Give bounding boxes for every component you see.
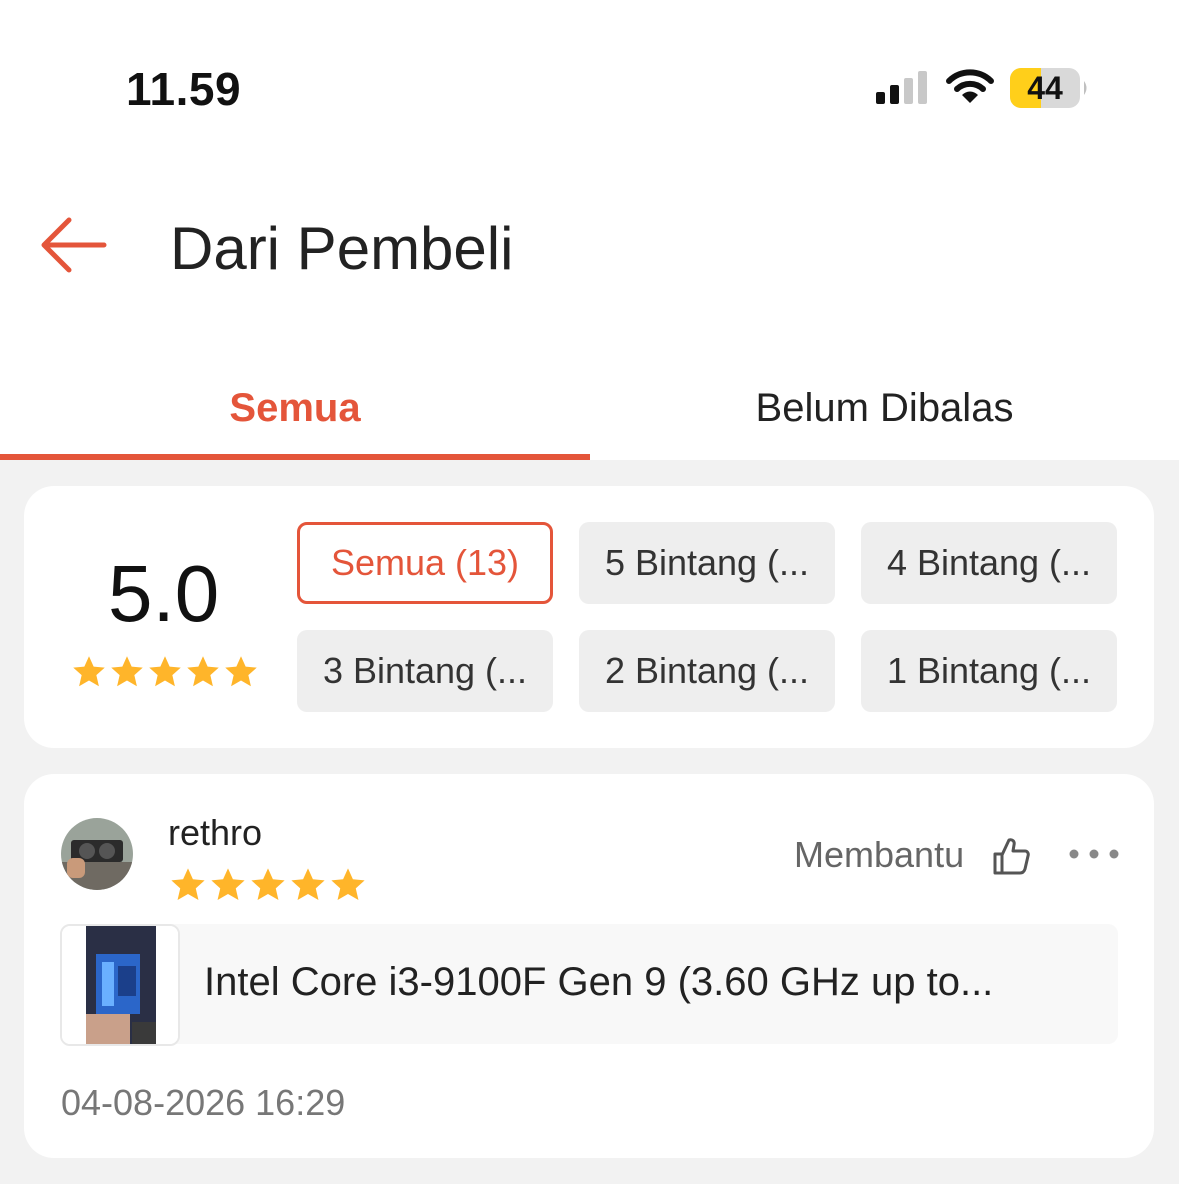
tab-active-indicator (0, 454, 590, 460)
status-time: 11.59 (126, 63, 242, 115)
average-score: 5.0 (108, 549, 220, 638)
product-name: Intel Core i3-9100F Gen 9 (3.60 GHz up t… (204, 960, 994, 1004)
reviewed-product[interactable]: Intel Core i3-9100F Gen 9 (3.60 GHz up t… (60, 924, 1118, 1046)
helpful-label[interactable]: Membantu (794, 834, 964, 876)
review-card: rethro Membantu Intel Core i3-9100F Gen … (24, 774, 1154, 1158)
star-icon (225, 656, 257, 687)
tab-unreplied[interactable]: Belum Dibalas (590, 356, 1179, 460)
product-image (60, 924, 180, 1046)
filter-3-stars[interactable]: 3 Bintang (... (297, 630, 553, 712)
back-arrow-icon[interactable] (38, 214, 108, 276)
tab-all[interactable]: Semua (0, 356, 590, 460)
filter-4-stars[interactable]: 4 Bintang (... (861, 522, 1117, 604)
review-stars (168, 866, 368, 904)
star-icon (251, 868, 285, 901)
wifi-icon (946, 69, 994, 103)
star-icon (149, 656, 181, 687)
thumbs-up-icon[interactable] (992, 836, 1030, 876)
star-icon (331, 868, 365, 901)
more-icon[interactable] (1064, 836, 1124, 872)
battery-level: 44 (1027, 70, 1063, 106)
average-stars (70, 654, 260, 690)
filter-2-stars[interactable]: 2 Bintang (... (579, 630, 835, 712)
avatar[interactable] (61, 818, 133, 890)
star-icon (73, 656, 105, 687)
star-icon (187, 656, 219, 687)
review-date: 04-08-2026 16:29 (61, 1082, 346, 1123)
filter-all[interactable]: Semua (13) (297, 522, 553, 604)
reviewer-username: rethro (168, 812, 263, 853)
signal-icon (876, 71, 927, 104)
star-icon (171, 868, 205, 901)
star-icon (211, 868, 245, 901)
star-icon (111, 656, 143, 687)
page-title: Dari Pembeli (170, 215, 514, 282)
rating-summary-card: 5.0 Semua (13) 5 Bintang (... 4 Bintang … (24, 486, 1154, 748)
filter-5-stars[interactable]: 5 Bintang (... (579, 522, 835, 604)
star-icon (291, 868, 325, 901)
filter-1-star[interactable]: 1 Bintang (... (861, 630, 1117, 712)
